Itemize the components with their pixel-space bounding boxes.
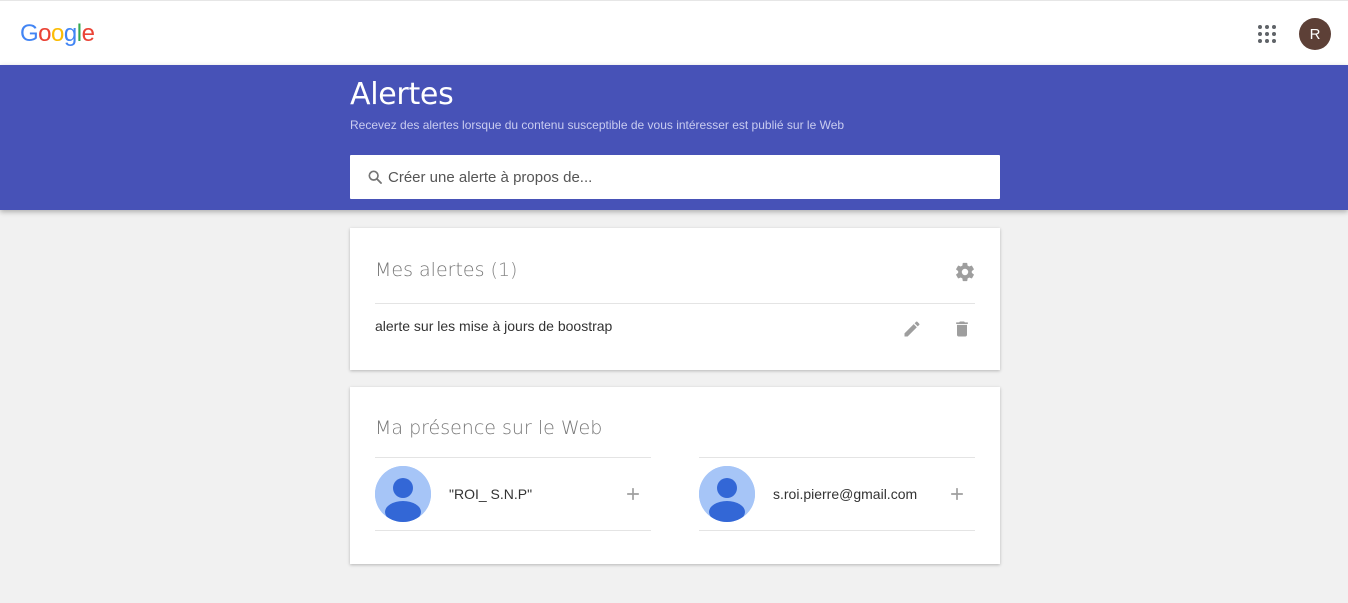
gear-icon[interactable]: [954, 261, 976, 283]
page-title: Alertes: [350, 77, 454, 112]
logo-letter: G: [20, 20, 39, 47]
logo-letter: o: [38, 20, 52, 47]
person-avatar-icon: [699, 466, 755, 522]
plus-icon[interactable]: [947, 484, 967, 504]
account-avatar[interactable]: R: [1299, 18, 1331, 50]
alert-item-label[interactable]: alerte sur les mise à jours de boostrap: [375, 318, 612, 334]
web-presence-card: Ma présence sur le Web "ROI_ S.N.P" s.ro…: [350, 387, 1000, 564]
my-alerts-heading: Mes alertes (1): [375, 259, 517, 281]
logo-letter: o: [51, 20, 64, 47]
logo-letter: g: [63, 20, 77, 47]
logo-letter: e: [81, 20, 95, 47]
my-alerts-title: Mes alertes: [375, 259, 485, 281]
presence-item: "ROI_ S.N.P": [375, 457, 651, 531]
trash-icon[interactable]: [952, 319, 972, 339]
divider: [375, 303, 975, 304]
search-box[interactable]: [350, 155, 1000, 199]
presence-email: s.roi.pierre@gmail.com: [773, 486, 918, 502]
my-alerts-card: Mes alertes (1) alerte sur les mise à jo…: [350, 228, 1000, 370]
plus-icon[interactable]: [623, 484, 643, 504]
person-avatar-icon: [375, 466, 431, 522]
presence-name: "ROI_ S.N.P": [449, 486, 533, 502]
hero-banner: Alertes Recevez des alertes lorsque du c…: [0, 65, 1348, 210]
presence-item: s.roi.pierre@gmail.com: [699, 457, 975, 531]
apps-grid-icon[interactable]: [1255, 22, 1279, 46]
pencil-icon[interactable]: [902, 319, 922, 339]
top-bar: Google R: [0, 0, 1348, 65]
create-alert-input[interactable]: [388, 155, 988, 199]
search-icon: [368, 170, 382, 184]
google-logo[interactable]: Google: [20, 20, 95, 48]
web-presence-title: Ma présence sur le Web: [375, 417, 603, 439]
alerts-count: (1): [490, 259, 518, 281]
page-subtitle: Recevez des alertes lorsque du contenu s…: [350, 118, 845, 132]
